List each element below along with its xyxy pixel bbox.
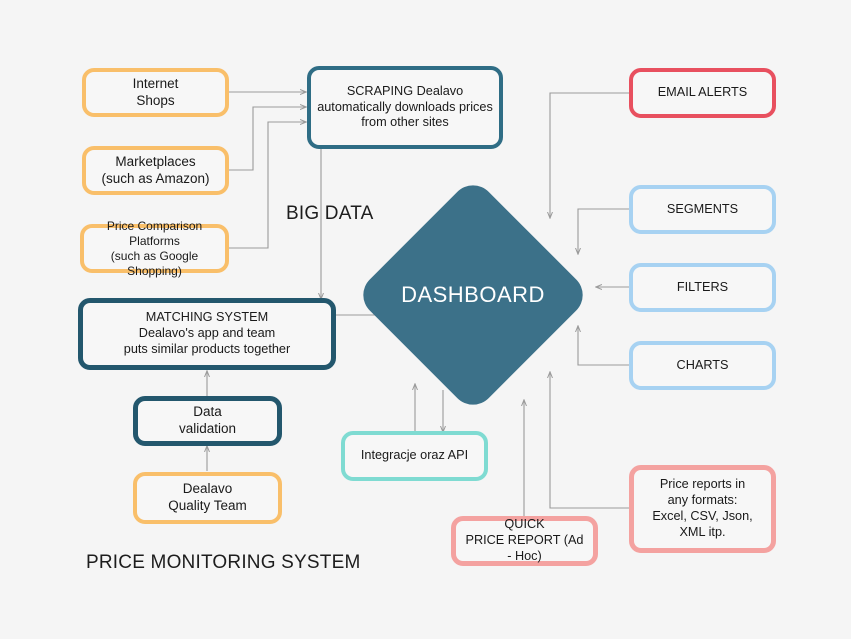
- node-price-comparison-platforms-label: Price Comparison Platforms (such as Goog…: [106, 218, 203, 278]
- node-integrations-api-label: Integracje oraz API: [360, 448, 469, 463]
- connector-price-comparison-to-scraping: [229, 122, 306, 249]
- node-marketplaces[interactable]: Marketplaces (such as Amazon): [82, 146, 229, 195]
- node-data-validation-label: Data validation: [178, 404, 237, 436]
- node-dashboard-label: DASHBOARD: [401, 282, 545, 307]
- node-charts[interactable]: CHARTS: [629, 341, 776, 390]
- connector-charts-to-dashboard: [578, 326, 629, 366]
- node-internet-shops[interactable]: Internet Shops: [82, 68, 229, 117]
- node-price-comparison-platforms[interactable]: Price Comparison Platforms (such as Goog…: [80, 219, 229, 278]
- node-scraping[interactable]: SCRAPING Dealavo automatically downloads…: [307, 66, 503, 149]
- node-matching-system[interactable]: MATCHING SYSTEM Dealavo's app and team p…: [78, 298, 336, 370]
- node-price-reports[interactable]: Price reports in any formats: Excel, CSV…: [629, 465, 776, 553]
- node-charts-label: CHARTS: [676, 357, 729, 372]
- node-marketplaces-label: Marketplaces (such as Amazon): [101, 153, 210, 186]
- big-data-label: BIG DATA: [286, 203, 374, 224]
- node-dashboard[interactable]: DASHBOARD: [354, 168, 592, 422]
- node-internet-shops-label: Internet Shops: [132, 75, 179, 108]
- node-dealavo-quality-team[interactable]: Dealavo Quality Team: [133, 472, 282, 524]
- node-matching-system-label: MATCHING SYSTEM Dealavo's app and team p…: [123, 310, 291, 356]
- node-segments-label: SEGMENTS: [666, 201, 739, 216]
- node-quick-price-report-label: QUICK PRICE REPORT (Ad - Hoc): [465, 517, 584, 563]
- node-integrations-api[interactable]: Integracje oraz API: [341, 431, 488, 481]
- node-email-alerts-label: EMAIL ALERTS: [657, 85, 748, 100]
- node-price-reports-label: Price reports in any formats: Excel, CSV…: [652, 477, 753, 539]
- connector-segments-to-dashboard: [578, 208, 629, 254]
- node-dealavo-quality-team-label: Dealavo Quality Team: [168, 481, 247, 513]
- diagram-canvas: Internet Shops Marketplaces (such as Ama…: [0, 0, 851, 639]
- node-filters-label: FILTERS: [676, 279, 729, 294]
- node-scraping-label: SCRAPING Dealavo automatically downloads…: [317, 83, 493, 130]
- node-segments[interactable]: SEGMENTS: [629, 185, 776, 234]
- connector-marketplaces-to-scraping: [229, 107, 306, 171]
- node-filters[interactable]: FILTERS: [629, 263, 776, 312]
- page-title: PRICE MONITORING SYSTEM: [86, 552, 361, 573]
- node-quick-price-report[interactable]: QUICK PRICE REPORT (Ad - Hoc): [451, 516, 598, 566]
- node-data-validation[interactable]: Data validation: [133, 396, 282, 446]
- node-email-alerts[interactable]: EMAIL ALERTS: [629, 68, 776, 118]
